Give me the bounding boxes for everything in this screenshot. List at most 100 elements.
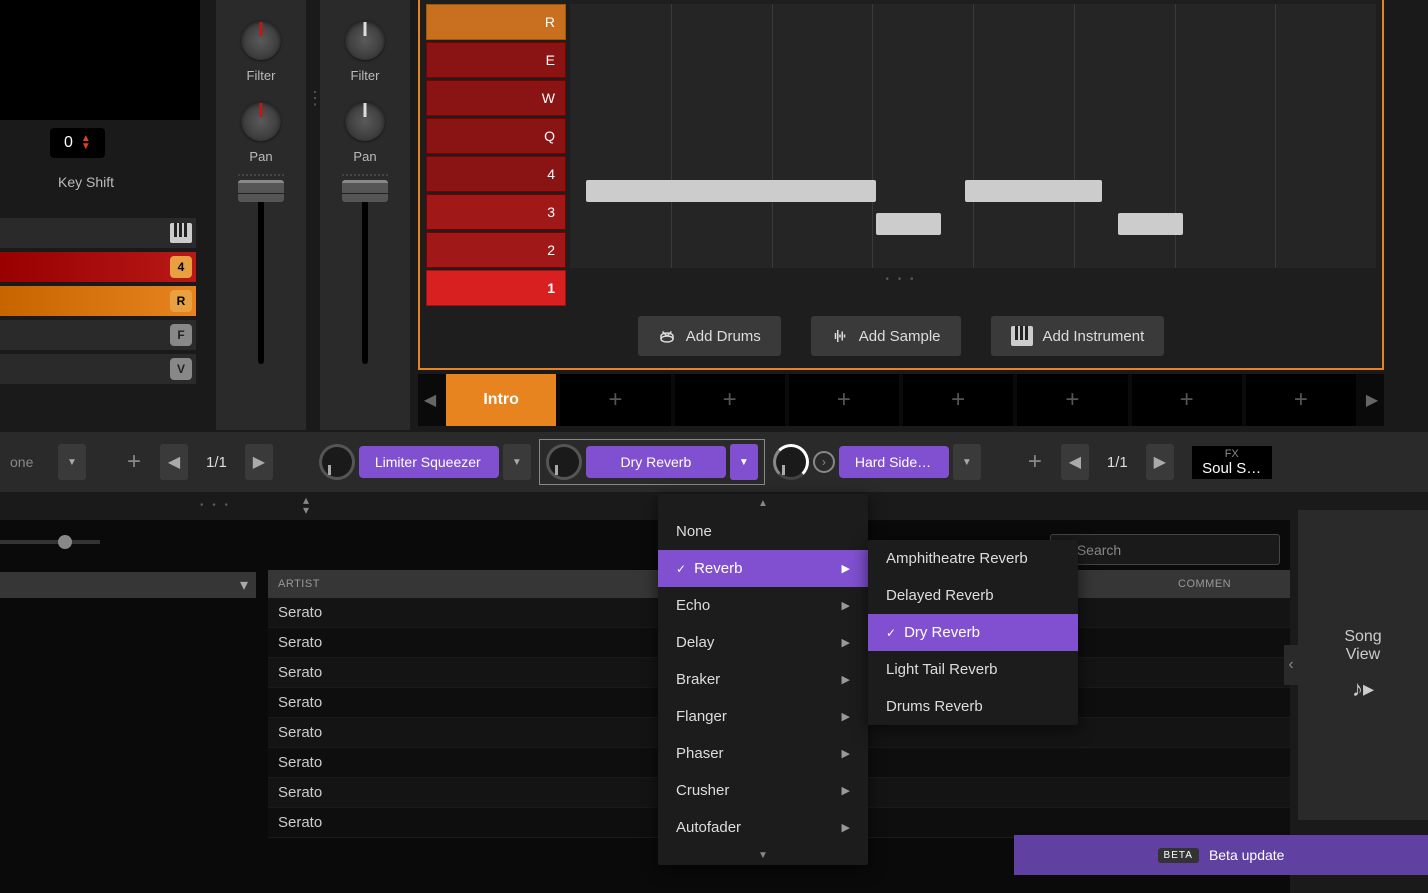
note-block[interactable] (1118, 213, 1182, 235)
fx-dropdown-2[interactable]: ▼ (730, 444, 758, 480)
scene-add-6[interactable]: + (1132, 374, 1242, 426)
volume-fader-1[interactable] (258, 184, 264, 364)
submenu-item-dry-reverb[interactable]: ✓Dry Reverb (868, 614, 1078, 651)
scene-next-button[interactable]: ▶ (1360, 374, 1384, 426)
zoom-slider[interactable] (0, 540, 100, 544)
menu-item-delay[interactable]: Delay▶ (658, 624, 868, 661)
fx-label: FX (1202, 448, 1262, 460)
scene-add-5[interactable]: + (1017, 374, 1127, 426)
key-shift-display[interactable]: 0 ▲▼ (50, 128, 105, 158)
fx-preset-name: Soul S… (1202, 460, 1262, 477)
sequencer-grid[interactable] (570, 4, 1376, 268)
drum-lane-1[interactable]: 1 (426, 270, 566, 306)
track-row-4[interactable]: 4 (0, 252, 196, 282)
menu-item-autofader[interactable]: Autofader▶ (658, 809, 868, 846)
scene-add-4[interactable]: + (903, 374, 1013, 426)
note-icon: ♪▸ (1352, 676, 1374, 702)
fx-chip-reverb[interactable]: Dry Reverb (586, 446, 726, 478)
note-block[interactable] (586, 180, 876, 202)
fx-dropdown-1[interactable]: ▼ (503, 444, 531, 480)
track-row-r[interactable]: R (0, 286, 196, 316)
note-block[interactable] (876, 213, 940, 235)
chevron-right-icon: ▶ (842, 821, 850, 834)
submenu-item-delayed-reverb[interactable]: Delayed Reverb (868, 577, 1078, 614)
fx-add-right[interactable]: + (1017, 444, 1053, 480)
effects-menu: ▲ None✓Reverb▶Echo▶Delay▶Braker▶Flanger▶… (658, 494, 868, 865)
fx-knob-3[interactable] (773, 444, 809, 480)
menu-item-braker[interactable]: Braker▶ (658, 661, 868, 698)
fx-next-left[interactable]: ▶ (245, 444, 273, 480)
menu-item-phaser[interactable]: Phaser▶ (658, 735, 868, 772)
beta-update-button[interactable]: BETA Beta update (1014, 835, 1428, 875)
song-view-label-1: Song (1344, 628, 1381, 646)
fx-prev-left[interactable]: ◀ (160, 444, 188, 480)
scene-add-2[interactable]: + (675, 374, 785, 426)
waveform-icon (831, 327, 849, 345)
menu-scroll-down-icon[interactable]: ▼ (658, 846, 868, 865)
pan-knob-1[interactable] (241, 101, 281, 141)
fx-target-icon[interactable]: › (813, 451, 835, 473)
submenu-item-drums-reverb[interactable]: Drums Reverb (868, 688, 1078, 725)
drum-lane-w[interactable]: W (426, 80, 566, 116)
key-shift-value: 0 (64, 134, 73, 152)
submenu-item-amphitheatre-reverb[interactable]: Amphitheatre Reverb (868, 540, 1078, 577)
effects-submenu: Amphitheatre ReverbDelayed Reverb✓Dry Re… (868, 540, 1078, 725)
scene-add-1[interactable]: + (560, 374, 670, 426)
track-row-f[interactable]: F (0, 320, 196, 350)
filter-knob-2[interactable] (345, 20, 385, 60)
drum-lane-e[interactable]: E (426, 42, 566, 78)
column-comment[interactable]: COMMEN (1178, 578, 1231, 590)
fx-chip-limiter[interactable]: Limiter Squeezer (359, 446, 499, 478)
note-block[interactable] (965, 180, 1102, 202)
add-sample-button[interactable]: Add Sample (811, 316, 961, 356)
fx-prev-right[interactable]: ◀ (1061, 444, 1089, 480)
fx-none-label: one (10, 454, 50, 470)
scene-add-7[interactable]: + (1246, 374, 1356, 426)
drum-lane-3[interactable]: 3 (426, 194, 566, 230)
submenu-item-light-tail-reverb[interactable]: Light Tail Reverb (868, 651, 1078, 688)
chevron-right-icon: ▶ (842, 636, 850, 649)
expand-handle-icon[interactable]: ▴▾ (303, 495, 309, 515)
drum-lane-4[interactable]: 4 (426, 156, 566, 192)
crate-selector[interactable]: ▾ (0, 572, 256, 598)
search-input[interactable]: ⌕ Search (1050, 534, 1280, 565)
fx-count-left: 1/1 (196, 454, 237, 471)
track-row-v[interactable]: V (0, 354, 196, 384)
fx-next-right[interactable]: ▶ (1146, 444, 1174, 480)
menu-scroll-up-icon[interactable]: ▲ (658, 494, 868, 513)
fx-none-dropdown[interactable]: ▼ (58, 444, 86, 480)
menu-item-reverb[interactable]: ✓Reverb▶ (658, 550, 868, 587)
fx-knob-2[interactable] (546, 444, 582, 480)
song-view-label-2: View (1344, 646, 1381, 664)
volume-fader-2[interactable] (362, 184, 368, 364)
fx-chip-sidechain[interactable]: Hard Sidech… (839, 446, 949, 478)
chevron-right-icon: ▶ (842, 599, 850, 612)
fx-dropdown-3[interactable]: ▼ (953, 444, 981, 480)
add-instrument-button[interactable]: Add Instrument (991, 316, 1165, 356)
drum-lane-2[interactable]: 2 (426, 232, 566, 268)
drag-handle-icon[interactable]: • • • (200, 500, 231, 511)
drum-lane-q[interactable]: Q (426, 118, 566, 154)
song-view-panel[interactable]: ‹ Song View ♪▸ (1298, 510, 1428, 820)
resize-handle-icon[interactable]: • • • (885, 274, 916, 285)
beta-text: Beta update (1209, 847, 1285, 863)
collapse-button[interactable]: ‹ (1284, 645, 1298, 685)
drum-lane-r[interactable]: R (426, 4, 566, 40)
menu-item-none[interactable]: None (658, 513, 868, 550)
fx-add-left[interactable]: + (116, 444, 152, 480)
piano-icon (170, 223, 192, 243)
scene-prev-button[interactable]: ◀ (418, 374, 442, 426)
track-badge-f: F (170, 324, 192, 346)
fx-knob-1[interactable] (319, 444, 355, 480)
add-drums-button[interactable]: Add Drums (638, 316, 781, 356)
track-row-piano[interactable] (0, 218, 196, 248)
menu-item-crusher[interactable]: Crusher▶ (658, 772, 868, 809)
scene-intro[interactable]: Intro (446, 374, 556, 426)
fx-preset-panel[interactable]: FX Soul S… (1192, 446, 1272, 479)
menu-item-flanger[interactable]: Flanger▶ (658, 698, 868, 735)
filter-knob-1[interactable] (241, 20, 281, 60)
piano-icon (1011, 326, 1033, 346)
pan-knob-2[interactable] (345, 101, 385, 141)
menu-item-echo[interactable]: Echo▶ (658, 587, 868, 624)
scene-add-3[interactable]: + (789, 374, 899, 426)
